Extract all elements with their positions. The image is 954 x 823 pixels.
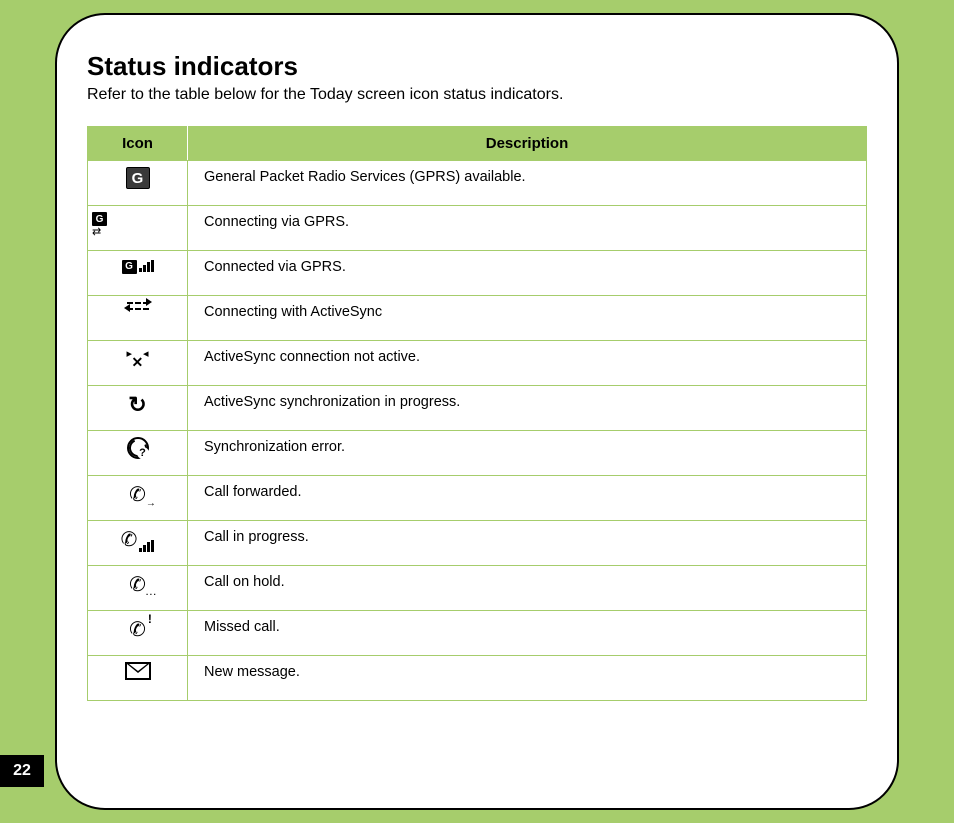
icon-cell: ✆… (88, 566, 188, 611)
sync-error-icon: ? (127, 437, 149, 459)
table-row: ✆→ Call forwarded. (88, 476, 867, 521)
icon-cell (88, 656, 188, 701)
description-cell: ActiveSync synchronization in progress. (188, 386, 867, 431)
table-row: ▸◂ ✕ ActiveSync connection not active. (88, 341, 867, 386)
table-row: G General Packet Radio Services (GPRS) a… (88, 161, 867, 206)
description-cell: ActiveSync connection not active. (188, 341, 867, 386)
activesync-inactive-icon: ▸◂ ✕ (125, 347, 151, 369)
gprs-available-icon: G (126, 167, 150, 189)
icon-cell: G (88, 251, 188, 296)
description-cell: Missed call. (188, 611, 867, 656)
icon-cell (88, 296, 188, 341)
page-number-tab: 22 (0, 755, 44, 787)
activesync-syncing-icon: ↻ (128, 392, 146, 418)
table-row: ↻ ActiveSync synchronization in progress… (88, 386, 867, 431)
icon-cell: ? (88, 431, 188, 476)
table-row: New message. (88, 656, 867, 701)
icon-cell: G (88, 161, 188, 206)
description-cell: Call forwarded. (188, 476, 867, 521)
description-cell: Connecting with ActiveSync (188, 296, 867, 341)
icon-cell: G ⇄ (88, 206, 188, 251)
table-row: ✆ Call in progress. (88, 521, 867, 566)
icon-cell: ↻ (88, 386, 188, 431)
call-forwarded-icon: ✆→ (129, 482, 146, 507)
icon-cell: ✆ (88, 521, 188, 566)
table-row: ✆… Call on hold. (88, 566, 867, 611)
status-indicators-table: Icon Description G General Packet Radio … (87, 126, 867, 701)
missed-call-icon: ✆! (129, 617, 146, 642)
table-row: ? Synchronization error. (88, 431, 867, 476)
table-row: ✆! Missed call. (88, 611, 867, 656)
call-on-hold-icon: ✆… (129, 572, 146, 597)
table-row: G Connected via GPRS. (88, 251, 867, 296)
page-title: Status indicators (87, 51, 867, 82)
icon-cell: ✆→ (88, 476, 188, 521)
description-cell: New message. (188, 656, 867, 701)
table-row: Connecting with ActiveSync (88, 296, 867, 341)
header-icon: Icon (88, 127, 188, 161)
activesync-connecting-icon (92, 302, 183, 313)
new-message-icon (125, 662, 151, 680)
description-cell: Synchronization error. (188, 431, 867, 476)
table-row: G ⇄ Connecting via GPRS. (88, 206, 867, 251)
description-cell: Call in progress. (188, 521, 867, 566)
header-description: Description (188, 127, 867, 161)
call-in-progress-icon: ✆ (92, 527, 183, 552)
description-cell: Connecting via GPRS. (188, 206, 867, 251)
page-subtitle: Refer to the table below for the Today s… (87, 86, 867, 104)
content-panel: Status indicators Refer to the table bel… (55, 13, 899, 810)
icon-cell: ✆! (88, 611, 188, 656)
description-cell: Connected via GPRS. (188, 251, 867, 296)
description-cell: Call on hold. (188, 566, 867, 611)
gprs-connecting-icon: G ⇄ (92, 212, 183, 237)
gprs-connected-icon: G (122, 260, 154, 274)
icon-cell: ▸◂ ✕ (88, 341, 188, 386)
table-header-row: Icon Description (88, 127, 867, 161)
description-cell: General Packet Radio Services (GPRS) ava… (188, 161, 867, 206)
